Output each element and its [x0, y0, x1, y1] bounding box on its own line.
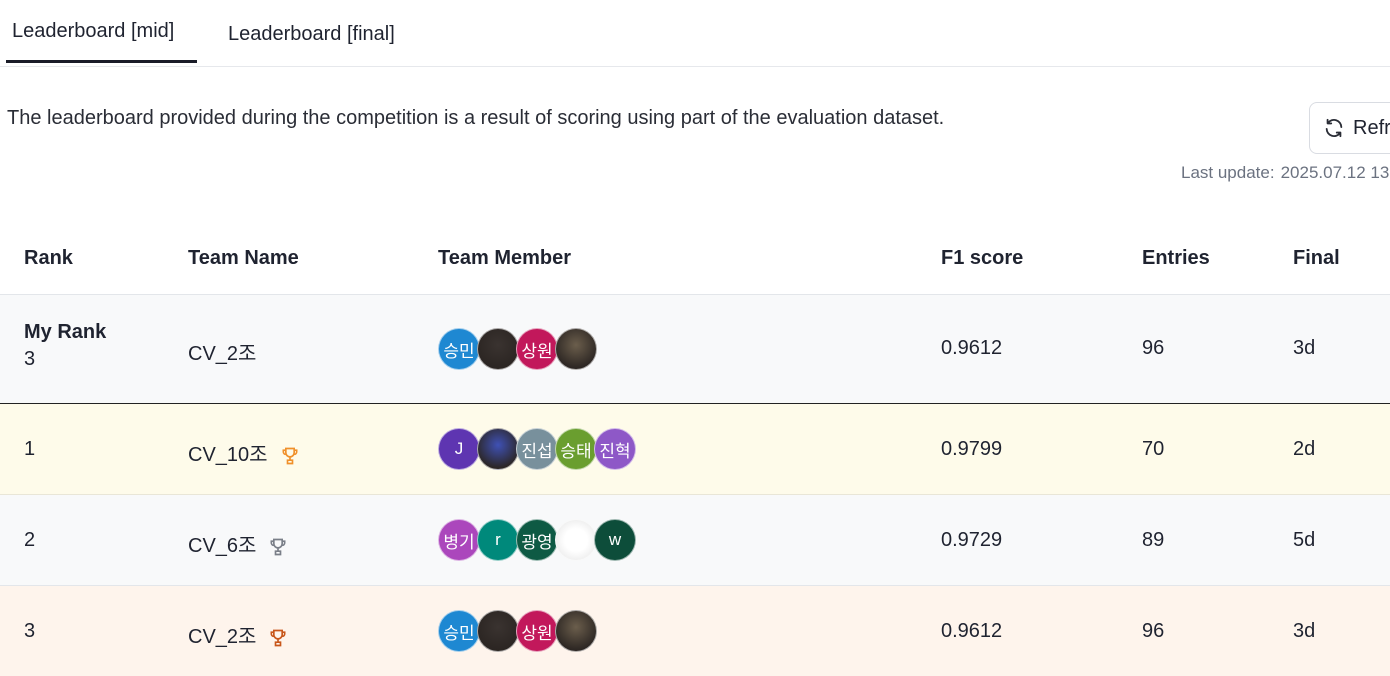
f1-score: 0.9612: [941, 620, 1003, 642]
team-name: CV_2조: [188, 626, 257, 648]
final: 3d: [1293, 620, 1316, 642]
col-entries: Entries: [1142, 247, 1210, 269]
member-avatar[interactable]: [555, 610, 597, 652]
trophy-icon: [270, 629, 286, 647]
rank: 3: [24, 620, 36, 642]
last-update: Last update: 2025.07.12 13: [1181, 163, 1390, 183]
member-avatar[interactable]: J: [438, 428, 480, 470]
team-members: 승민 상원: [438, 610, 597, 652]
last-update-label: Last update:: [1181, 163, 1275, 182]
rank: 1: [24, 438, 36, 460]
member-avatar[interactable]: 진혁: [594, 428, 636, 470]
tab-bar: Leaderboard [mid] Leaderboard [final]: [0, 0, 1390, 67]
member-avatar[interactable]: 광영: [516, 519, 558, 561]
member-avatar[interactable]: 상원: [516, 328, 558, 370]
table-row: 2 CV_6조 병기 r 광영 w 0.9729 89 5d: [0, 495, 1390, 586]
member-avatar[interactable]: [477, 610, 519, 652]
final: 2d: [1293, 438, 1316, 460]
col-final: Final: [1293, 247, 1340, 269]
rank: 2: [24, 529, 36, 551]
trophy-icon: [270, 538, 286, 556]
col-team-name: Team Name: [188, 247, 299, 269]
entries: 96: [1142, 337, 1165, 359]
active-tab-indicator: [6, 60, 197, 63]
leaderboard-description: The leaderboard provided during the comp…: [7, 107, 945, 129]
f1-score: 0.9612: [941, 337, 1003, 359]
col-f1-score: F1 score: [941, 247, 1024, 269]
member-avatar[interactable]: [477, 428, 519, 470]
final: 5d: [1293, 529, 1316, 551]
my-rank-label: My Rank: [24, 321, 107, 343]
team-name: CV_6조: [188, 535, 257, 557]
member-avatar[interactable]: w: [594, 519, 636, 561]
entries: 70: [1142, 438, 1165, 460]
team-members: J 진섭 승태 진혁: [438, 428, 636, 470]
member-avatar[interactable]: 진섭: [516, 428, 558, 470]
col-team-member: Team Member: [438, 247, 572, 269]
f1-score: 0.9729: [941, 529, 1003, 551]
team-name: CV_2조: [188, 343, 257, 365]
table-header: Rank Team Name Team Member F1 score Entr…: [0, 224, 1390, 295]
member-avatar[interactable]: [555, 328, 597, 370]
final: 3d: [1293, 337, 1316, 359]
member-avatar[interactable]: [477, 328, 519, 370]
col-rank: Rank: [24, 247, 73, 269]
refresh-button[interactable]: Refr: [1309, 102, 1390, 154]
trophy-icon: [282, 447, 298, 465]
refresh-icon: [1325, 118, 1343, 138]
member-avatar[interactable]: 승민: [438, 610, 480, 652]
member-avatar[interactable]: r: [477, 519, 519, 561]
member-avatar[interactable]: 병기: [438, 519, 480, 561]
team-members: 승민 상원: [438, 328, 597, 370]
refresh-label: Refr: [1353, 116, 1390, 139]
team-name: CV_10조: [188, 444, 268, 466]
my-rank-row: My Rank 3 CV_2조 승민 상원 0.9612 96 3d: [0, 295, 1390, 404]
f1-score: 0.9799: [941, 438, 1003, 460]
tab-leaderboard-mid[interactable]: Leaderboard [mid]: [12, 20, 174, 43]
my-rank-value: 3: [24, 348, 36, 370]
team-members: 병기 r 광영 w: [438, 519, 636, 561]
member-avatar[interactable]: 상원: [516, 610, 558, 652]
last-update-value: 2025.07.12 13: [1280, 163, 1390, 182]
table-row: 3 CV_2조 승민 상원 0.9612 96 3d: [0, 586, 1390, 676]
table-row: 1 CV_10조 J 진섭 승태 진혁 0.9799 70 2d: [0, 404, 1390, 495]
member-avatar[interactable]: [555, 519, 597, 561]
entries: 96: [1142, 620, 1165, 642]
entries: 89: [1142, 529, 1165, 551]
member-avatar[interactable]: 승태: [555, 428, 597, 470]
member-avatar[interactable]: 승민: [438, 328, 480, 370]
tab-leaderboard-final[interactable]: Leaderboard [final]: [228, 23, 395, 46]
